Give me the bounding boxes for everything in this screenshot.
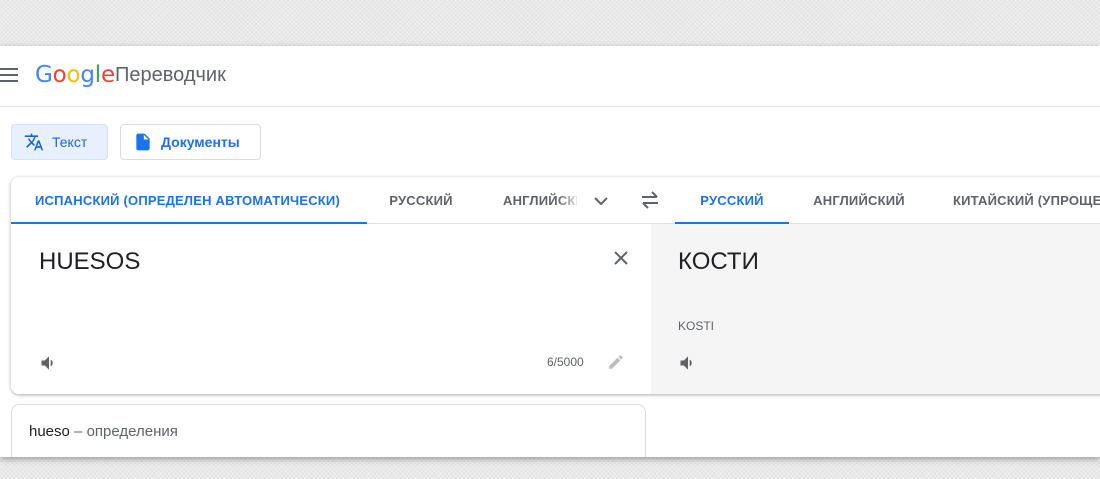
- documents-mode-label: Документы: [161, 134, 240, 150]
- tab-source-spanish-auto[interactable]: ИСПАНСКИЙ (ОПРЕДЕЛЕН АВТОМАТИЧЕСКИ): [11, 177, 367, 224]
- text-mode-button[interactable]: Текст: [11, 124, 108, 160]
- documents-mode-button[interactable]: Документы: [120, 124, 261, 160]
- definitions-label: определения: [86, 423, 178, 440]
- tab-target-russian[interactable]: РУССКИЙ: [675, 177, 789, 224]
- source-pane: HUESOS 6/5000: [11, 224, 651, 394]
- tab-target-chinese[interactable]: КИТАЙСКИЙ (УПРОЩЕННЫЙ): [953, 177, 1100, 224]
- definitions-heading: hueso – определения: [29, 423, 178, 440]
- swap-icon[interactable]: [639, 191, 661, 214]
- document-icon: [136, 133, 150, 151]
- tab-fade: [557, 177, 583, 223]
- speaker-icon[interactable]: [39, 353, 59, 378]
- google-logo[interactable]: Google: [35, 62, 115, 88]
- target-pane: КОСТИ KOSTI: [651, 224, 1100, 394]
- close-icon[interactable]: [611, 248, 631, 273]
- definitions-word: hueso: [29, 423, 70, 440]
- speaker-icon[interactable]: [678, 353, 698, 378]
- translate-icon: [24, 133, 44, 151]
- menu-icon[interactable]: [0, 68, 18, 82]
- app-header: Google Переводчик: [0, 46, 1100, 107]
- translate-window: Google Переводчик Текст Документы ИСПАНС…: [0, 46, 1100, 457]
- pencil-icon[interactable]: [607, 353, 625, 376]
- text-mode-label: Текст: [52, 134, 88, 150]
- tab-target-english[interactable]: АНГЛИЙСКИЙ: [789, 177, 929, 224]
- definitions-card: hueso – определения: [11, 404, 646, 457]
- source-text-input[interactable]: HUESOS: [39, 248, 140, 276]
- chevron-down-icon[interactable]: [593, 193, 609, 214]
- product-name: Переводчик: [115, 64, 226, 86]
- transliteration: KOSTI: [678, 319, 715, 333]
- tab-source-russian[interactable]: РУССКИЙ: [367, 177, 475, 224]
- translation-card: ИСПАНСКИЙ (ОПРЕДЕЛЕН АВТОМАТИЧЕСКИ) РУСС…: [11, 177, 1100, 394]
- translation-output: КОСТИ: [678, 248, 759, 275]
- char-counter: 6/5000: [547, 355, 584, 369]
- definitions-separator: –: [69, 423, 87, 440]
- language-bar: ИСПАНСКИЙ (ОПРЕДЕЛЕН АВТОМАТИЧЕСКИ) РУСС…: [11, 177, 1100, 224]
